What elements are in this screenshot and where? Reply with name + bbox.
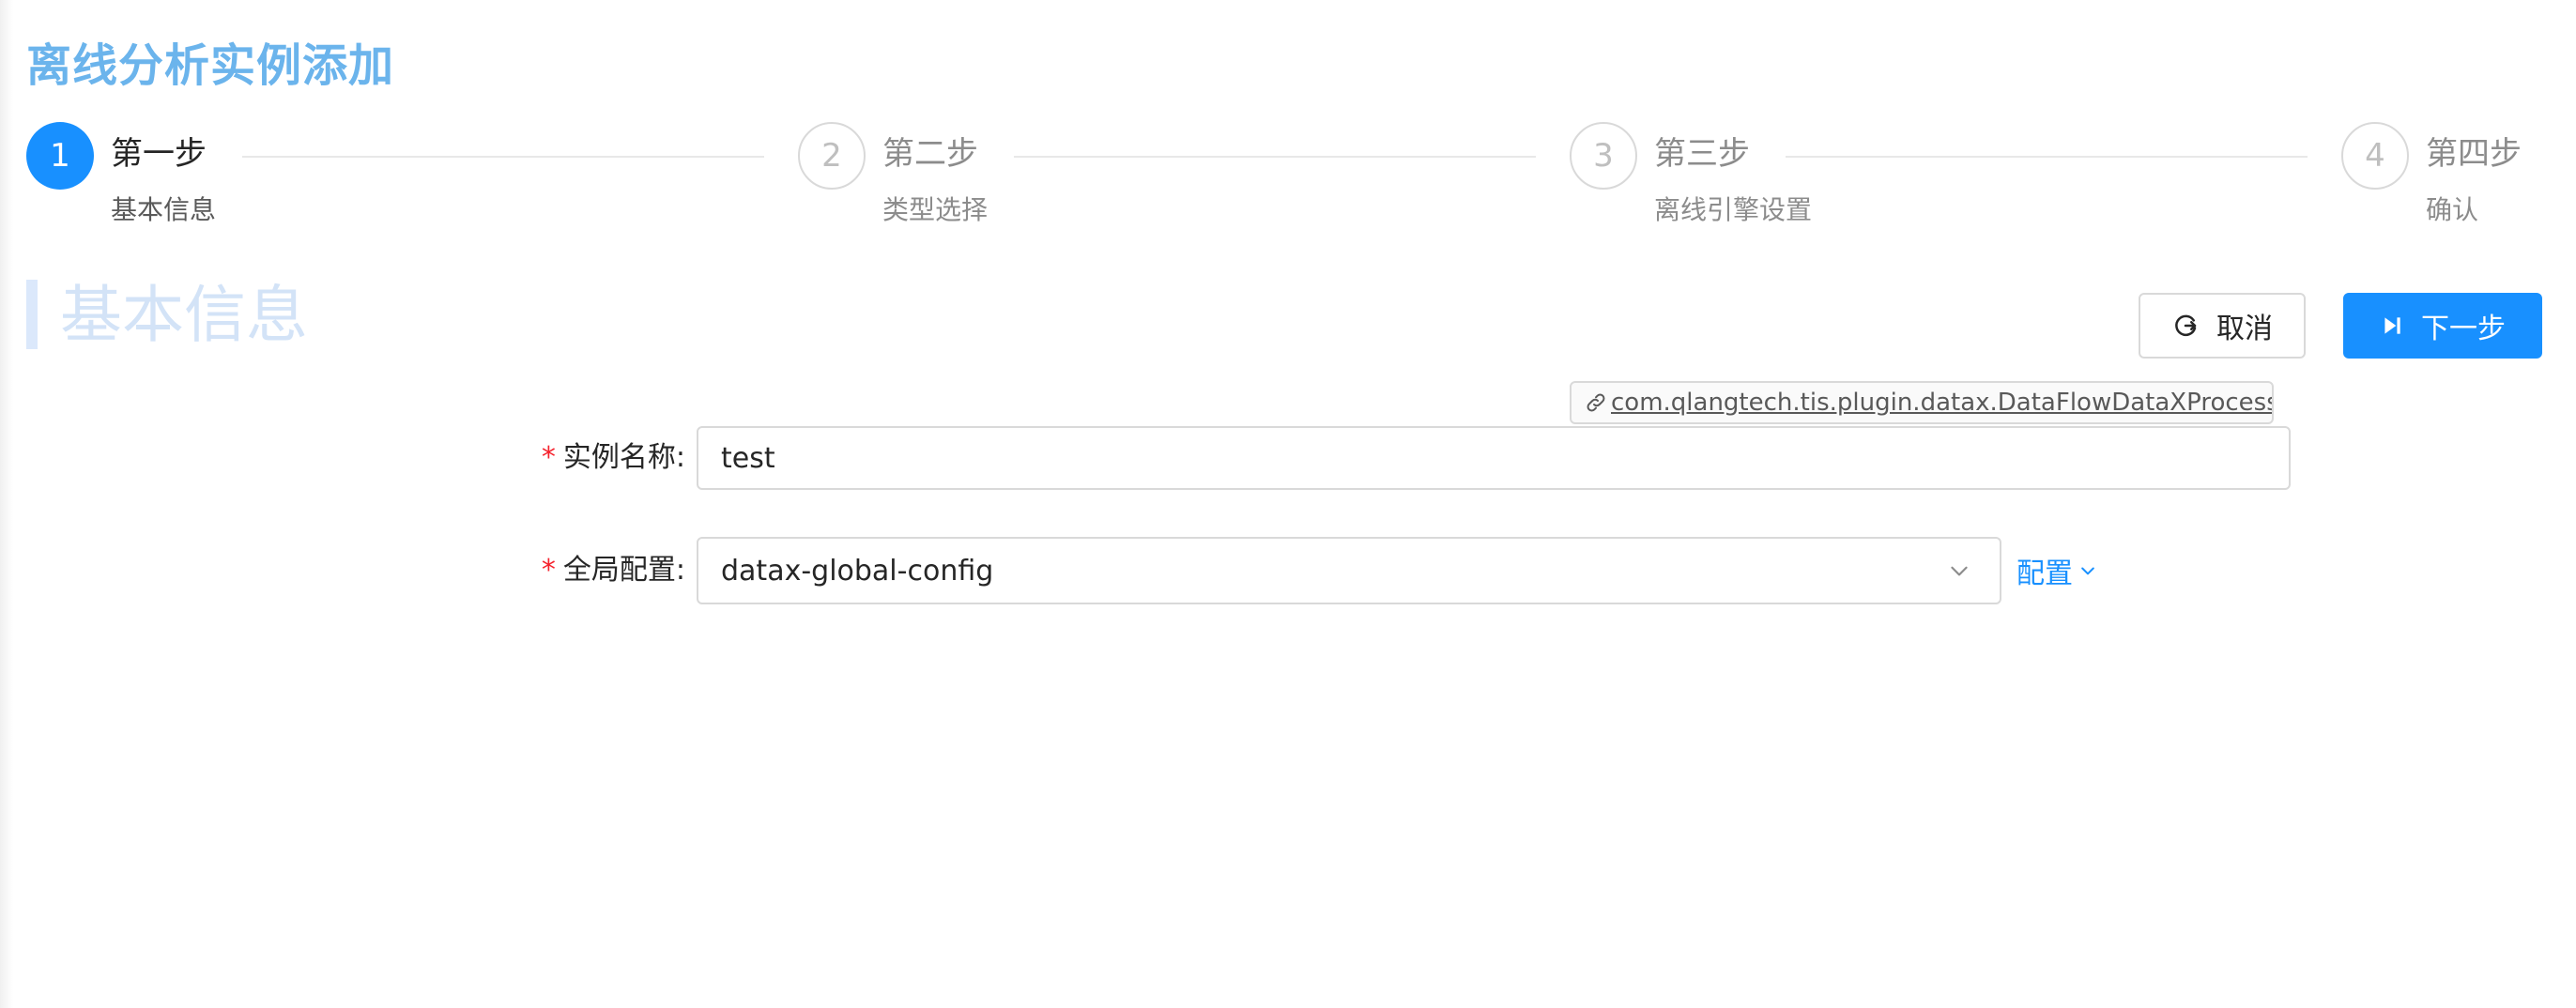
step-1-title[interactable]: 第一步	[111, 131, 207, 176]
rollback-icon	[2171, 312, 2200, 340]
plugin-class-tag[interactable]: com.qlangtech.tis.plugin.datax.DataFlowD…	[1570, 381, 2274, 424]
plugin-class-link[interactable]: com.qlangtech.tis.plugin.datax.DataFlowD…	[1611, 389, 2272, 417]
step-connector-1	[242, 156, 764, 158]
section-accent-bar	[26, 280, 38, 349]
section-title: 基本信息	[60, 279, 308, 351]
link-icon	[1585, 391, 1607, 414]
config-dropdown-link[interactable]: 配置	[2016, 550, 2097, 591]
step-4-number-icon[interactable]: 4	[2341, 122, 2409, 190]
step-4-description: 确认	[2426, 194, 2479, 225]
step-2-title[interactable]: 第二步	[882, 131, 978, 176]
step-connector-3	[1786, 156, 2308, 158]
step-3-description: 离线引擎设置	[1654, 194, 1813, 225]
cancel-button[interactable]: 取消	[2139, 293, 2306, 359]
step-3-number: 3	[1593, 137, 1614, 175]
page-title: 离线分析实例添加	[26, 39, 395, 92]
app-root: 离线分析实例添加 1 第一步 基本信息 2 第二步 类型选择 3 第三步 离线引…	[0, 0, 2576, 1008]
step-connector-2	[1014, 156, 1536, 158]
step-1-number: 1	[50, 137, 70, 175]
next-step-button-label: 下一步	[2421, 313, 2506, 345]
global-config-label-text: 全局配置:	[562, 554, 685, 587]
step-2-description: 类型选择	[882, 194, 989, 225]
required-mark: *	[541, 441, 556, 474]
step-3-number-icon[interactable]: 3	[1570, 122, 1637, 190]
global-config-label: * 全局配置:	[526, 550, 685, 591]
step-2-number-icon[interactable]: 2	[798, 122, 866, 190]
instance-name-label: * 实例名称:	[526, 437, 685, 479]
step-1-number-icon[interactable]: 1	[26, 122, 94, 190]
next-step-button[interactable]: 下一步	[2343, 293, 2542, 359]
step-1-description: 基本信息	[111, 194, 217, 225]
config-link-label: 配置	[2016, 557, 2073, 590]
required-mark: *	[541, 554, 556, 587]
chevron-down-icon	[2078, 561, 2097, 580]
left-edge-shadow	[0, 0, 13, 1008]
step-4-title[interactable]: 第四步	[2426, 131, 2522, 176]
step-4-number: 4	[2365, 137, 2385, 175]
step-2-number: 2	[821, 137, 842, 175]
instance-name-label-text: 实例名称:	[562, 441, 685, 474]
chevron-down-icon	[1947, 558, 1971, 583]
global-config-select[interactable]: datax-global-config	[697, 537, 2001, 604]
step-forward-icon	[2380, 313, 2404, 338]
global-config-selected-value: datax-global-config	[721, 554, 994, 588]
cancel-button-label: 取消	[2216, 313, 2273, 345]
instance-name-input[interactable]	[697, 426, 2291, 490]
step-3-title[interactable]: 第三步	[1654, 131, 1750, 176]
